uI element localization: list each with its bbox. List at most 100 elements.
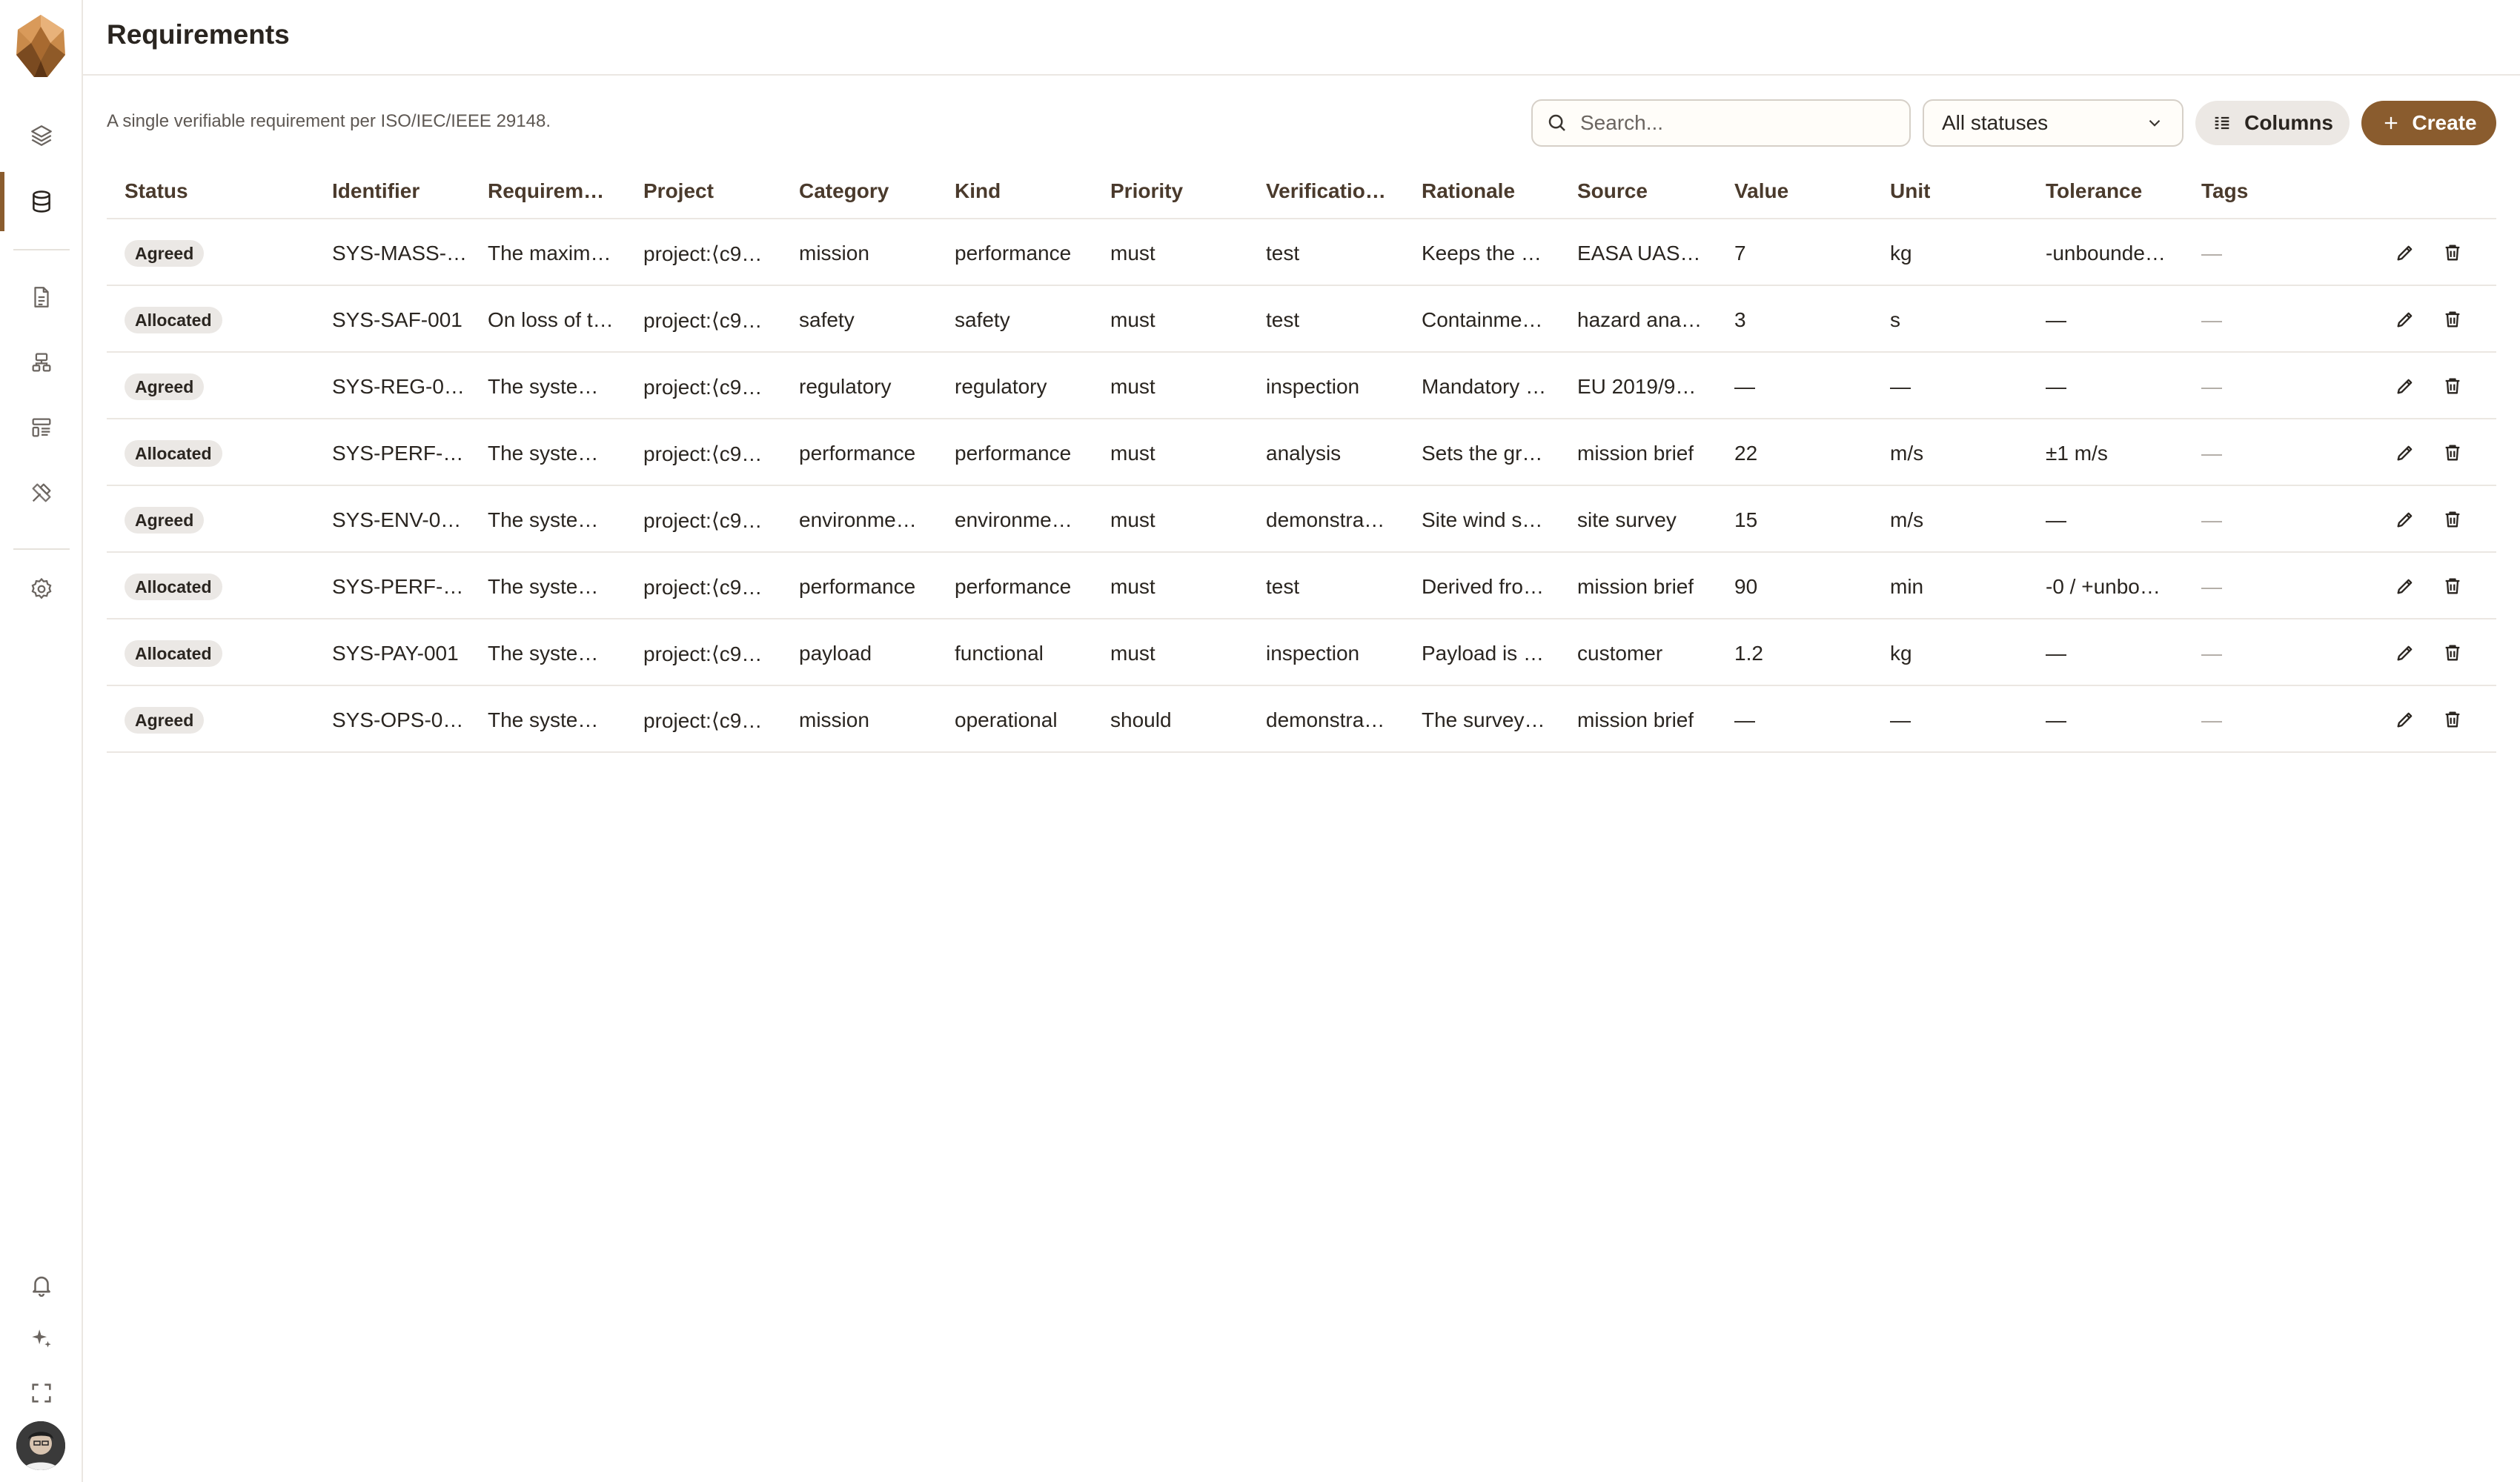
cell-identifier: SYS-PAY-001 bbox=[332, 642, 459, 665]
table-header: Status Identifier Requireme… Project Categor… bbox=[107, 165, 2496, 219]
table-row[interactable]: Agreed SYS-ENV-0… The system… project:⟨c9… e… bbox=[107, 486, 2496, 553]
edit-button[interactable] bbox=[2391, 239, 2419, 267]
cell-source: customer bbox=[1577, 642, 1663, 665]
cell-verification: inspection bbox=[1266, 375, 1360, 398]
column-header-priority[interactable]: Priority bbox=[1110, 179, 1183, 203]
trash-icon bbox=[2445, 645, 2460, 661]
column-header-rationale[interactable]: Rationale bbox=[1422, 179, 1515, 203]
nav-settings[interactable] bbox=[0, 559, 83, 619]
nav-hierarchy[interactable] bbox=[0, 333, 83, 392]
edit-button[interactable] bbox=[2391, 639, 2419, 667]
nav-divider bbox=[13, 548, 70, 550]
cell-tolerance: — bbox=[2046, 508, 2066, 531]
delete-button[interactable] bbox=[2438, 439, 2467, 467]
table-row[interactable]: Agreed SYS-MASS-… The maxim… project:⟨c9… mi… bbox=[107, 219, 2496, 286]
edit-button[interactable] bbox=[2391, 305, 2419, 333]
cell-requirement: On loss of t… bbox=[488, 308, 614, 331]
cell-requirement: The system… bbox=[488, 508, 614, 531]
cell-value: 7 bbox=[1734, 242, 1746, 265]
column-header-status[interactable]: Status bbox=[125, 179, 188, 203]
cell-identifier: SYS-MASS-… bbox=[332, 242, 468, 265]
cell-tags: — bbox=[2201, 642, 2222, 665]
search-input[interactable] bbox=[1580, 111, 1877, 135]
trash-icon bbox=[2445, 711, 2460, 728]
cell-priority: must bbox=[1110, 442, 1155, 465]
column-header-kind[interactable]: Kind bbox=[955, 179, 1001, 203]
table-row[interactable]: Allocated SYS-SAF-001 On loss of t… project… bbox=[107, 286, 2496, 353]
column-header-category[interactable]: Category bbox=[799, 179, 889, 203]
search-box[interactable] bbox=[1531, 99, 1911, 147]
user-avatar[interactable] bbox=[16, 1421, 65, 1470]
database-icon bbox=[33, 190, 50, 213]
nav-list[interactable] bbox=[0, 398, 83, 457]
cell-identifier: SYS-PERF-… bbox=[332, 442, 464, 465]
table-row[interactable]: Agreed SYS-OPS-0… The system… project:⟨c9… m… bbox=[107, 686, 2496, 753]
cell-verification: test bbox=[1266, 242, 1300, 265]
nav-notifications[interactable] bbox=[0, 1255, 83, 1315]
table-row[interactable]: Agreed SYS-REG-0… The system… project:⟨c9… r… bbox=[107, 353, 2496, 419]
table-row[interactable]: Allocated SYS-PERF-… The system… project:⟨c… bbox=[107, 419, 2496, 486]
column-header-unit[interactable]: Unit bbox=[1890, 179, 1930, 203]
column-header-tags[interactable]: Tags bbox=[2201, 179, 2248, 203]
cell-project: project:⟨c9… bbox=[643, 576, 763, 599]
cell-priority: must bbox=[1110, 508, 1155, 531]
columns-button-label: Columns bbox=[2244, 111, 2333, 134]
cell-rationale: Keeps the a… bbox=[1422, 242, 1548, 265]
nav-documents[interactable] bbox=[0, 268, 83, 327]
cell-project: project:⟨c9… bbox=[643, 509, 763, 532]
cell-verification: demonstra… bbox=[1266, 508, 1385, 531]
cell-requirement: The maxim… bbox=[488, 242, 611, 265]
column-header-tolerance[interactable]: Tolerance bbox=[2046, 179, 2142, 203]
nav-database[interactable] bbox=[0, 172, 83, 231]
create-button[interactable]: Create bbox=[2361, 101, 2496, 145]
cell-unit: m/s bbox=[1890, 508, 1924, 531]
column-header-source[interactable]: Source bbox=[1577, 179, 1648, 203]
cell-rationale: Containme… bbox=[1422, 308, 1543, 331]
edit-button[interactable] bbox=[2391, 372, 2419, 400]
table-row[interactable]: Allocated SYS-PAY-001 The system… project:⟨… bbox=[107, 619, 2496, 686]
edit-button[interactable] bbox=[2391, 572, 2419, 600]
nav-tools[interactable] bbox=[0, 463, 83, 522]
table-row[interactable]: Allocated SYS-PERF-… The system… project:⟨c… bbox=[107, 553, 2496, 619]
delete-button[interactable] bbox=[2438, 239, 2467, 267]
tools-icon bbox=[32, 483, 51, 502]
edit-button[interactable] bbox=[2391, 505, 2419, 534]
delete-button[interactable] bbox=[2438, 305, 2467, 333]
nav-fullscreen[interactable] bbox=[0, 1363, 83, 1423]
layers-icon bbox=[31, 125, 52, 146]
requirements-table: Status Identifier Requireme… Project Categor… bbox=[107, 165, 2496, 753]
cell-tags: — bbox=[2201, 308, 2222, 331]
status-filter-select[interactable]: All statuses bbox=[1923, 99, 2184, 147]
delete-button[interactable] bbox=[2438, 572, 2467, 600]
column-header-value[interactable]: Value bbox=[1734, 179, 1788, 203]
cell-priority: must bbox=[1110, 375, 1155, 398]
cell-source: EU 2019/9… bbox=[1577, 375, 1697, 398]
cell-identifier: SYS-OPS-0… bbox=[332, 708, 464, 731]
cell-value: 15 bbox=[1734, 508, 1758, 531]
column-header-identifier[interactable]: Identifier bbox=[332, 179, 420, 203]
page-title: Requirements bbox=[107, 19, 290, 50]
nav-layers[interactable] bbox=[0, 106, 83, 165]
column-header-project[interactable]: Project bbox=[643, 179, 714, 203]
columns-button[interactable]: Columns bbox=[2195, 101, 2350, 145]
pencil-icon bbox=[2397, 645, 2413, 661]
cell-rationale: Payload is … bbox=[1422, 642, 1544, 665]
delete-button[interactable] bbox=[2438, 505, 2467, 534]
column-header-verification[interactable]: Verificatio… bbox=[1266, 179, 1386, 203]
delete-button[interactable] bbox=[2438, 705, 2467, 734]
page-header: Requirements bbox=[83, 0, 2520, 76]
app-logo[interactable] bbox=[13, 13, 68, 79]
edit-button[interactable] bbox=[2391, 439, 2419, 467]
delete-button[interactable] bbox=[2438, 639, 2467, 667]
columns-icon bbox=[2215, 116, 2229, 130]
nav-ai[interactable] bbox=[0, 1309, 83, 1369]
hierarchy-icon bbox=[32, 353, 51, 372]
sparkle-icon bbox=[32, 1329, 51, 1348]
column-header-requirement[interactable]: Requireme… bbox=[488, 179, 614, 203]
cell-project: project:⟨c9… bbox=[643, 309, 763, 332]
edit-button[interactable] bbox=[2391, 705, 2419, 734]
cell-rationale: Derived fro… bbox=[1422, 575, 1544, 598]
status-badge: Allocated bbox=[125, 574, 222, 600]
cell-tags: — bbox=[2201, 575, 2222, 598]
delete-button[interactable] bbox=[2438, 372, 2467, 400]
